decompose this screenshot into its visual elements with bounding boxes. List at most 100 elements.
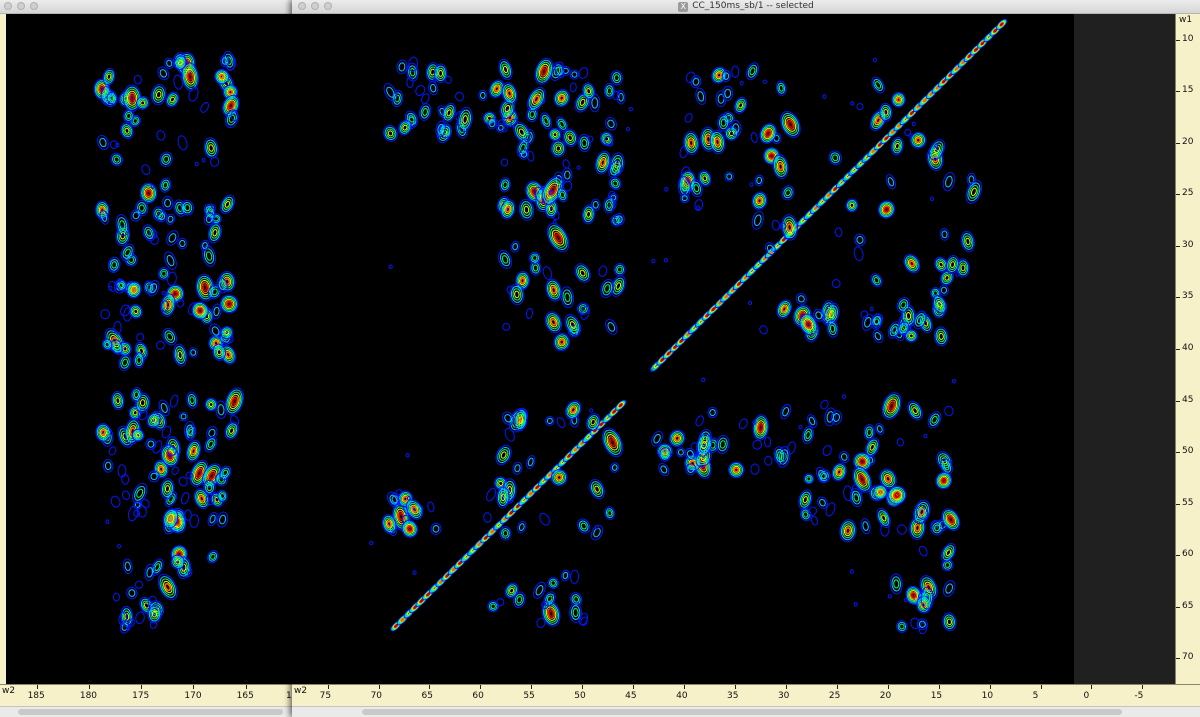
contour-peak (663, 258, 668, 263)
contour-peak (870, 273, 883, 288)
background-window-controls (4, 2, 38, 10)
contour-peak (570, 569, 580, 584)
w2-tick-label: 5 (1032, 691, 1039, 701)
contour-peak (750, 132, 758, 144)
w2-tick-label: 70 (370, 691, 383, 701)
contour-peak (896, 620, 908, 633)
carbonyl-spectrum-plot[interactable] (0, 14, 300, 684)
contour-peak (839, 519, 857, 543)
contour-peak (825, 502, 836, 517)
contour-peak (105, 519, 110, 525)
contour-peak (136, 332, 145, 342)
contour-peak (750, 463, 760, 475)
w1-tick-label: 15 (1182, 85, 1194, 96)
left-w2-tick-label: 185 (27, 691, 45, 701)
unused-spectral-region (1074, 14, 1175, 684)
cc-correlation-spectrum-plot[interactable] (292, 14, 1074, 684)
contour-peak (610, 70, 623, 86)
w2-tick-mark (327, 685, 329, 689)
contour-peak (100, 309, 110, 320)
contour-peak (603, 82, 615, 99)
w2-tick-mark (1040, 685, 1042, 689)
contour-peak (845, 198, 859, 213)
contour-peak (595, 150, 611, 175)
contour-peak (127, 505, 139, 522)
contour-peak (903, 597, 908, 603)
w2-tick-mark (429, 685, 431, 689)
contour-peak (517, 520, 527, 534)
contour-peak (159, 151, 173, 167)
contour-peak (525, 307, 533, 319)
contour-peak (177, 237, 188, 250)
contour-peak (679, 193, 690, 204)
contour-peak (853, 602, 858, 607)
contour-peak (177, 135, 188, 151)
contour-peak (871, 76, 885, 94)
contour-peak (717, 113, 730, 132)
cc-contour-canvas[interactable] (292, 14, 1074, 684)
contour-peak (156, 340, 165, 350)
background-window-titlebar[interactable] (0, 0, 300, 14)
w1-tick-mark (1176, 297, 1180, 299)
contour-peak (189, 514, 200, 528)
contour-peak (944, 405, 954, 417)
contour-peak (502, 322, 510, 331)
contour-peak (896, 438, 904, 447)
close-window-icon[interactable] (4, 2, 12, 10)
contour-peak (590, 524, 604, 541)
contour-peak (939, 227, 950, 241)
contour-peak (129, 114, 141, 128)
contour-peak (752, 414, 769, 441)
contour-peak (589, 93, 601, 113)
background-spectrum-window[interactable]: w2 185180175170165160 (0, 0, 300, 717)
contour-peak (876, 507, 891, 529)
left-scrollbar-thumb[interactable] (18, 709, 283, 715)
contour-peak (820, 399, 829, 410)
contour-peak (515, 271, 530, 291)
w2-tick-label: 30 (777, 691, 790, 701)
contour-peak (386, 491, 400, 508)
contour-peak (745, 62, 760, 81)
w2-tick-mark (378, 685, 380, 689)
contour-peak (131, 482, 148, 504)
left-window-horizontal-scrollbar[interactable] (0, 706, 300, 717)
main-window-titlebar[interactable]: X CC_150ms_sb/1 -- selected (292, 0, 1200, 14)
contour-peak (834, 227, 843, 237)
main-spectrum-window[interactable]: X CC_150ms_sb/1 -- selected w1 10 15 20 25 3… (292, 0, 1200, 717)
carbonyl-contour-canvas[interactable] (0, 14, 300, 684)
contour-peak (544, 311, 562, 334)
main-scrollbar-thumb[interactable] (362, 709, 1122, 715)
contour-peak (651, 430, 664, 447)
contour-peak (739, 80, 744, 86)
contour-peak (95, 200, 110, 220)
contour-peak (826, 319, 839, 338)
contour-peak (510, 240, 520, 253)
contour-peak (707, 406, 718, 419)
w1-tick-label: 60 (1182, 549, 1194, 560)
contour-peak (562, 159, 570, 169)
contour-peak (159, 177, 172, 193)
contour-peak (486, 487, 497, 502)
contour-peak (795, 292, 807, 305)
w2-tick-label: 60 (472, 691, 484, 701)
contour-peak (157, 573, 178, 601)
contour-peak (763, 147, 780, 165)
contour-peak (891, 92, 906, 108)
contour-peak (625, 126, 630, 132)
left-w2-tick-mark (36, 685, 38, 689)
contour-peak (684, 113, 693, 123)
minimize-window-icon[interactable] (17, 2, 25, 10)
contour-peak (135, 199, 149, 217)
contour-peak (839, 450, 850, 464)
contour-peak (722, 85, 734, 102)
zoom-window-icon[interactable] (30, 2, 38, 10)
w2-tick-label: 45 (625, 691, 637, 701)
contour-peak (576, 165, 581, 170)
left-w2-tick-label: 165 (236, 691, 254, 701)
main-window-horizontal-scrollbar[interactable] (292, 706, 1200, 717)
contour-peak (200, 102, 209, 113)
contour-peak (110, 152, 123, 167)
contour-peak (734, 96, 748, 114)
contour-peak (495, 444, 512, 466)
contour-peak (122, 558, 133, 575)
